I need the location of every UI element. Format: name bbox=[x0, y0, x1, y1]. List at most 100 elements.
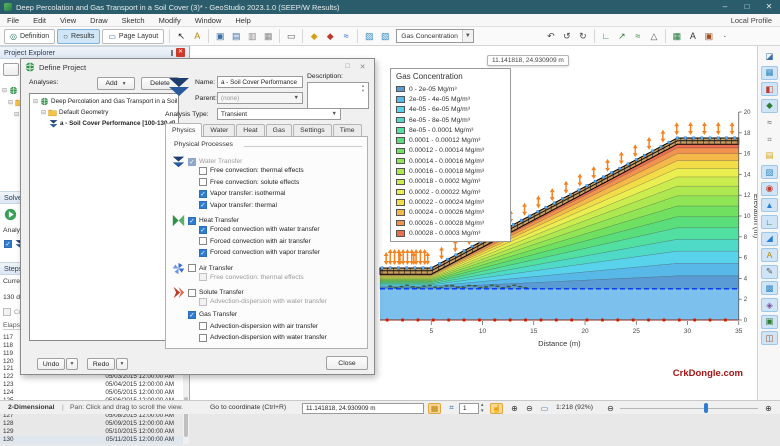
process-checkbox[interactable] bbox=[199, 178, 207, 186]
draw-graph-icon[interactable]: ∟ bbox=[761, 215, 778, 229]
goto-coordinate-input[interactable]: 11.141818, 24.930909 m bbox=[302, 403, 424, 414]
definition-button[interactable]: ◎ Definition bbox=[4, 29, 55, 44]
solve-button[interactable] bbox=[4, 208, 17, 226]
draw-boundary-conditions-icon[interactable]: ◉ bbox=[761, 182, 778, 196]
text-highlight-icon[interactable]: A bbox=[190, 29, 204, 43]
undo-button[interactable]: Undo bbox=[37, 358, 65, 370]
steps-row[interactable]: 12305/04/2015 12:00:00 AM bbox=[0, 381, 183, 389]
process-checkbox[interactable]: ✓ bbox=[199, 201, 207, 209]
close-button[interactable]: ✕ bbox=[758, 0, 780, 14]
draw-dimensions-icon[interactable]: ▩ bbox=[761, 281, 778, 295]
tab-water[interactable]: Water bbox=[203, 124, 235, 137]
paste-icon[interactable]: ▦ bbox=[261, 29, 275, 43]
tree-item[interactable]: ⊟Deep Percolation and Gas Transport in a… bbox=[33, 97, 179, 106]
process-checkbox[interactable]: ✓ bbox=[188, 311, 196, 319]
draw-vectors-icon[interactable]: ◆ bbox=[761, 99, 778, 113]
steps-option-checkbox[interactable] bbox=[3, 308, 11, 316]
process-checkbox[interactable] bbox=[199, 298, 207, 306]
expand-icon[interactable]: ⊟ bbox=[41, 109, 46, 116]
draw-materials-icon[interactable]: ▤ bbox=[761, 149, 778, 163]
steps-row[interactable]: 12805/09/2015 12:00:00 AM bbox=[0, 420, 183, 428]
parent-dropdown[interactable]: (none)▼ bbox=[217, 92, 303, 104]
page-number-input[interactable]: 1 bbox=[459, 403, 479, 414]
rotate-object-icon[interactable]: ↶ bbox=[544, 29, 558, 43]
tree-item[interactable]: ⊟ bbox=[2, 86, 18, 95]
page-layout-button[interactable]: ▭ Page Layout bbox=[102, 29, 164, 44]
menu-edit[interactable]: Edit bbox=[26, 14, 53, 27]
draw-material-table-icon[interactable]: ▨ bbox=[761, 165, 778, 179]
vectors-icon[interactable]: ▧ bbox=[378, 29, 392, 43]
toolbar-overflow-icon[interactable]: · bbox=[718, 29, 732, 43]
draw-sketch-icon[interactable]: ✎ bbox=[761, 265, 778, 279]
redo-dropdown-icon[interactable]: ▼ bbox=[116, 358, 128, 370]
page-spinner[interactable]: ▲▼ bbox=[480, 402, 484, 413]
time-steps-icon[interactable]: ▣ bbox=[761, 315, 778, 329]
menu-draw[interactable]: Draw bbox=[83, 14, 115, 27]
draw-flux-sections-icon[interactable]: ▲ bbox=[761, 198, 778, 212]
steps-row[interactable]: 13005/11/2015 12:00:00 AM bbox=[0, 436, 183, 444]
export-table-icon[interactable]: ▦ bbox=[670, 29, 684, 43]
draw-contours-icon[interactable]: ▦ bbox=[761, 66, 778, 80]
graph-axes-icon[interactable]: ∟ bbox=[599, 29, 613, 43]
contours-icon[interactable]: ▨ bbox=[362, 29, 376, 43]
materials-icon[interactable]: ◆ bbox=[307, 29, 321, 43]
zoom-slider-minus-icon[interactable]: ⊖ bbox=[604, 403, 617, 414]
draw-contour-labels-icon[interactable]: ◧ bbox=[761, 82, 778, 96]
copy-graphics-icon[interactable]: ▣ bbox=[213, 29, 227, 43]
explorer-toolbar-button[interactable] bbox=[3, 63, 19, 76]
pin-icon[interactable] bbox=[171, 50, 173, 56]
measure-icon[interactable]: ↗ bbox=[615, 29, 629, 43]
polyline-icon[interactable]: ≈ bbox=[631, 29, 645, 43]
text-style-icon[interactable]: A bbox=[686, 29, 700, 43]
expand-icon[interactable]: ⊟ bbox=[2, 87, 7, 94]
draw-text-icon[interactable]: A bbox=[761, 248, 778, 262]
select-cursor-icon[interactable]: ↖ bbox=[174, 29, 188, 43]
redo-button[interactable]: Redo bbox=[87, 358, 115, 370]
menu-modify[interactable]: Modify bbox=[152, 14, 188, 27]
steps-row[interactable]: 12405/05/2015 12:00:00 AM bbox=[0, 389, 183, 397]
snapshot-icon[interactable]: ▣ bbox=[702, 29, 716, 43]
expand-icon[interactable]: ⊟ bbox=[8, 99, 13, 106]
angle-icon[interactable]: △ bbox=[647, 29, 661, 43]
analyses-tree[interactable]: ⊟Deep Percolation and Gas Transport in a… bbox=[29, 93, 179, 341]
zoom-page-icon[interactable]: ▭ bbox=[538, 403, 551, 414]
process-checkbox[interactable]: ✓ bbox=[199, 226, 207, 234]
dialog-close-icon[interactable]: ✕ bbox=[355, 63, 370, 71]
close-button[interactable]: Close bbox=[326, 356, 368, 370]
draw-region-icon[interactable]: ▭ bbox=[284, 29, 298, 43]
menu-sketch[interactable]: Sketch bbox=[115, 14, 152, 27]
tab-gas[interactable]: Gas bbox=[266, 124, 292, 137]
snapshot-icon[interactable]: ◫ bbox=[761, 331, 778, 345]
tree-item[interactable]: a - Soil Cover Performance [100-130 d] bbox=[49, 119, 175, 128]
undo-view-icon[interactable]: ↺ bbox=[560, 29, 574, 43]
process-checkbox[interactable] bbox=[199, 237, 207, 245]
process-checkbox[interactable] bbox=[199, 322, 207, 330]
solve-analysis-checkbox[interactable]: ✓ bbox=[4, 240, 12, 248]
zoom-slider-thumb[interactable] bbox=[704, 403, 708, 413]
process-checkbox[interactable] bbox=[188, 264, 196, 272]
analysis-type-dropdown[interactable]: Transient▼ bbox=[217, 108, 341, 120]
goto-grid-icon[interactable]: ▦ bbox=[428, 403, 441, 414]
minimize-button[interactable]: – bbox=[714, 0, 736, 14]
menu-window[interactable]: Window bbox=[188, 14, 229, 27]
expand-icon[interactable]: ⊟ bbox=[14, 111, 19, 118]
zoom-slider-track[interactable] bbox=[620, 408, 758, 409]
water-table-icon[interactable]: ◢ bbox=[761, 232, 778, 246]
slip-surface-icon[interactable]: ◈ bbox=[761, 298, 778, 312]
draw-isolines-icon[interactable]: ≈ bbox=[761, 115, 778, 129]
process-checkbox[interactable] bbox=[199, 334, 207, 342]
name-input[interactable]: a - Soil Cover Performance bbox=[217, 76, 303, 88]
draw-graph-icon[interactable]: ≈ bbox=[339, 29, 353, 43]
menu-help[interactable]: Help bbox=[228, 14, 257, 27]
draw-mesh-icon[interactable]: ⌗ bbox=[761, 132, 778, 146]
expand-icon[interactable]: ⊟ bbox=[33, 98, 38, 105]
close-icon[interactable]: ✕ bbox=[176, 48, 185, 57]
boundary-conditions-icon[interactable]: ◆ bbox=[323, 29, 337, 43]
maximize-button[interactable]: □ bbox=[736, 0, 758, 14]
result-information-icon[interactable]: ◪ bbox=[761, 49, 778, 63]
dialog-maximize-icon[interactable]: □ bbox=[340, 63, 355, 71]
copy-data-icon[interactable]: ▥ bbox=[245, 29, 259, 43]
description-input[interactable]: ▲▼ bbox=[307, 82, 369, 109]
process-checkbox[interactable]: ✓ bbox=[188, 217, 196, 225]
zoom-out-icon[interactable]: ⊖ bbox=[523, 403, 536, 414]
